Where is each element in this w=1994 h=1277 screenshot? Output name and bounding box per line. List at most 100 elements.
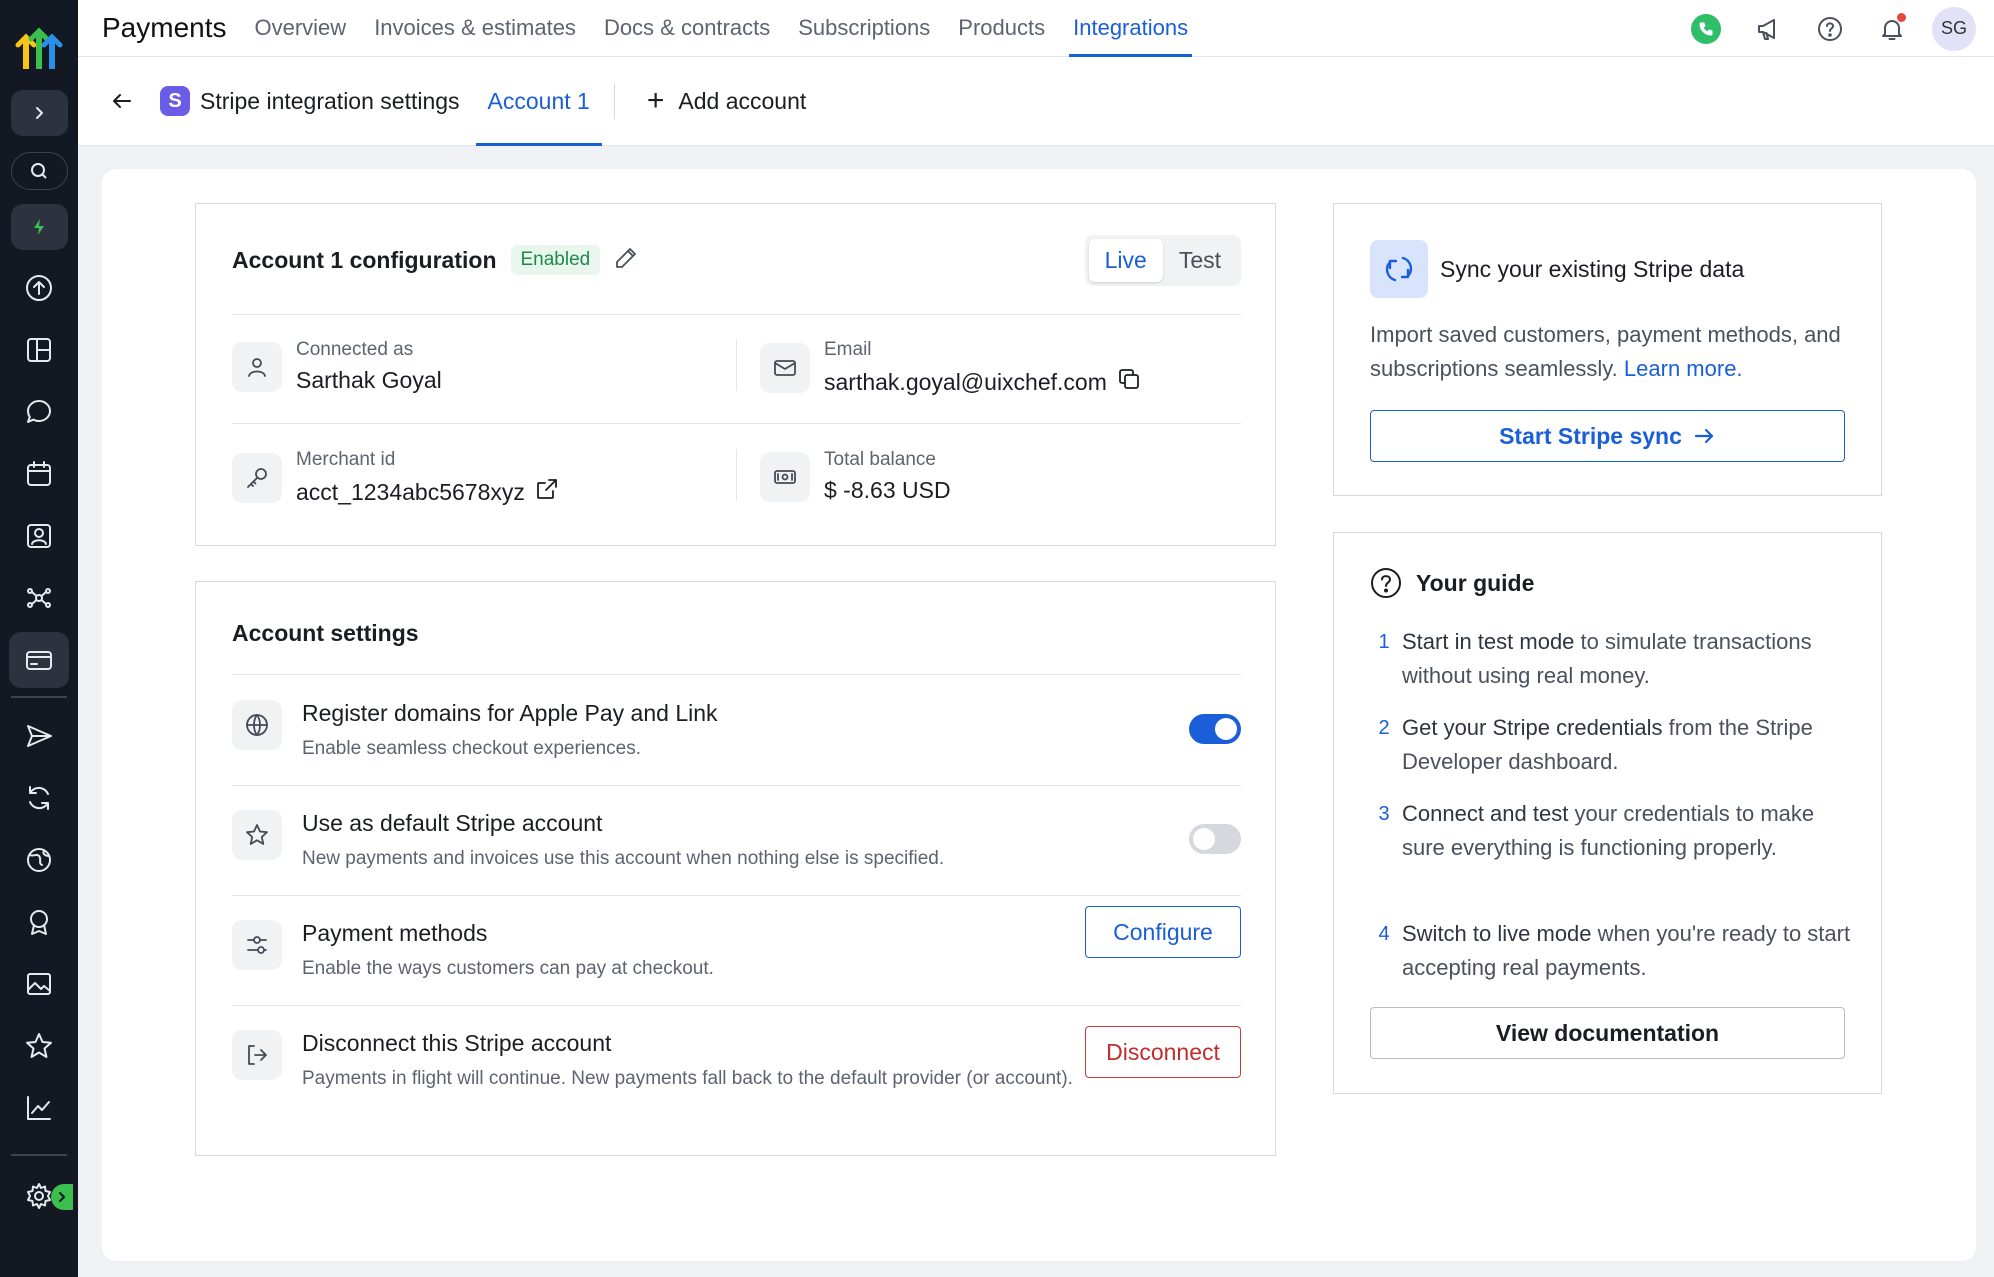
start-stripe-sync-label: Start Stripe sync <box>1499 422 1682 449</box>
key-icon <box>232 453 282 503</box>
start-stripe-sync-button[interactable]: Start Stripe sync <box>1370 410 1845 462</box>
merchant-id-label: Merchant id <box>296 449 396 470</box>
phone-button[interactable] <box>1684 7 1728 51</box>
step-bold: Get your Stripe credentials <box>1402 715 1663 740</box>
refresh-icon <box>29 786 49 810</box>
sidebar <box>0 0 78 1277</box>
globe-icon <box>232 700 282 750</box>
trend-chart-icon <box>27 1096 51 1120</box>
sidebar-item-payments[interactable] <box>9 632 69 688</box>
sidebar-item-contacts[interactable] <box>9 508 69 564</box>
email-field: Email sarthak.goyal@uixchef.com <box>760 339 1141 397</box>
total-balance-field: Total balance $ -8.63 USD <box>760 449 951 504</box>
step-bold: Switch to live mode <box>1402 921 1592 946</box>
app-logo-icon[interactable] <box>13 22 65 74</box>
mode-test-button[interactable]: Test <box>1163 239 1237 282</box>
step-number: 4 <box>1378 923 1390 945</box>
edit-button[interactable] <box>614 246 638 275</box>
setting-title: Use as default Stripe account <box>302 810 603 836</box>
megaphone-icon <box>1758 18 1775 40</box>
setting-row-apple-pay: Register domains for Apple Pay and Link … <box>232 700 1241 763</box>
arrow-up-circle-icon <box>26 275 52 301</box>
sidebar-item-network[interactable] <box>9 570 69 626</box>
calendar-icon <box>27 461 51 486</box>
page-title: Stripe integration settings <box>200 87 460 114</box>
star-icon <box>26 1033 52 1058</box>
divider <box>232 1005 1241 1006</box>
add-account-label: Add account <box>678 87 807 114</box>
account-settings-card: Account settings Register domains for Ap… <box>195 581 1276 1156</box>
add-account-button[interactable]: + Add account <box>647 84 806 118</box>
learn-more-link[interactable]: Learn more. <box>1624 356 1743 381</box>
mode-live-button[interactable]: Live <box>1088 238 1163 282</box>
merchant-id-field: Merchant id acct_1234abc5678xyz <box>232 449 559 507</box>
expand-sidebar-button[interactable] <box>10 90 68 136</box>
tab-invoices-estimates[interactable]: Invoices & estimates <box>360 0 590 57</box>
tab-overview[interactable]: Overview <box>241 0 361 57</box>
tab-products[interactable]: Products <box>944 0 1059 57</box>
step-bold: Connect and test <box>1402 801 1569 826</box>
configure-button[interactable]: Configure <box>1085 906 1241 958</box>
gear-icon <box>27 1183 51 1209</box>
settings-expand-icon[interactable] <box>51 1184 73 1210</box>
settings-title: Account settings <box>232 620 419 646</box>
sliders-icon <box>232 920 282 970</box>
globe-icon <box>27 848 51 872</box>
pencil-icon <box>616 247 637 268</box>
setting-title: Payment methods <box>302 920 488 946</box>
sync-description-text: Import saved customers, payment methods,… <box>1370 322 1841 381</box>
integration-subheader: S Stripe integration settings Account 1 … <box>78 57 1994 146</box>
notifications-button[interactable] <box>1870 7 1914 51</box>
open-merchant-link[interactable] <box>535 477 559 507</box>
subheader-divider <box>613 83 615 119</box>
copy-icon <box>1118 369 1139 389</box>
avatar[interactable]: SG <box>1932 6 1976 51</box>
setting-title: Register domains for Apple Pay and Link <box>302 700 718 726</box>
arrow-left-icon <box>113 94 131 108</box>
stripe-logo-icon: S <box>160 86 190 116</box>
plus-icon: + <box>646 84 665 117</box>
tab-integrations[interactable]: Integrations <box>1059 0 1202 57</box>
sidebar-item-memberships[interactable] <box>9 894 69 950</box>
tab-account-1[interactable]: Account 1 <box>475 57 603 146</box>
network-icon <box>27 588 51 608</box>
sidebar-item-sites[interactable] <box>9 832 69 888</box>
tab-subscriptions[interactable]: Subscriptions <box>784 0 944 57</box>
sidebar-item-upload[interactable] <box>9 260 69 316</box>
merchant-id-value: acct_1234abc5678xyz <box>296 478 525 505</box>
sidebar-item-reporting[interactable] <box>9 1080 69 1136</box>
disconnect-button[interactable]: Disconnect <box>1085 1026 1241 1078</box>
sidebar-item-media[interactable] <box>9 956 69 1012</box>
sync-icon <box>1370 240 1428 298</box>
sidebar-item-marketing[interactable] <box>9 708 69 764</box>
tab-docs-contracts[interactable]: Docs & contracts <box>590 0 784 57</box>
default-account-toggle[interactable] <box>1189 824 1241 854</box>
help-circle-icon <box>1818 16 1842 41</box>
vertical-divider <box>736 339 737 391</box>
help-button[interactable] <box>1808 7 1852 51</box>
layout-icon <box>27 338 51 362</box>
app-title: Payments <box>102 12 227 43</box>
sidebar-quick-action-button[interactable] <box>10 204 68 250</box>
sidebar-item-settings[interactable] <box>9 1168 73 1224</box>
step-bold: Start in test mode <box>1402 629 1575 654</box>
back-button[interactable] <box>104 83 140 119</box>
cash-icon <box>760 451 810 502</box>
copy-email-button[interactable] <box>1117 367 1141 397</box>
sidebar-item-automation[interactable] <box>9 770 69 826</box>
sidebar-item-calendar[interactable] <box>9 446 69 502</box>
view-documentation-button[interactable]: View documentation <box>1370 1007 1845 1059</box>
setting-description: New payments and invoices use this accou… <box>302 848 945 869</box>
mode-toggle: Live Test <box>1084 234 1241 286</box>
top-navigation-bar: Payments Overview Invoices & estimates D… <box>78 0 1994 57</box>
apple-pay-toggle[interactable] <box>1189 714 1241 744</box>
phone-icon <box>1691 13 1721 44</box>
announcements-button[interactable] <box>1746 7 1790 51</box>
chevron-right-icon <box>36 107 43 119</box>
sidebar-search-button[interactable] <box>10 152 68 190</box>
image-icon <box>27 973 51 995</box>
sidebar-item-dashboard[interactable] <box>9 322 69 378</box>
sidebar-item-conversations[interactable] <box>9 384 69 440</box>
guide-step: 4 Switch to live mode when you're ready … <box>1370 917 1851 985</box>
sidebar-item-reputation[interactable] <box>9 1018 69 1074</box>
